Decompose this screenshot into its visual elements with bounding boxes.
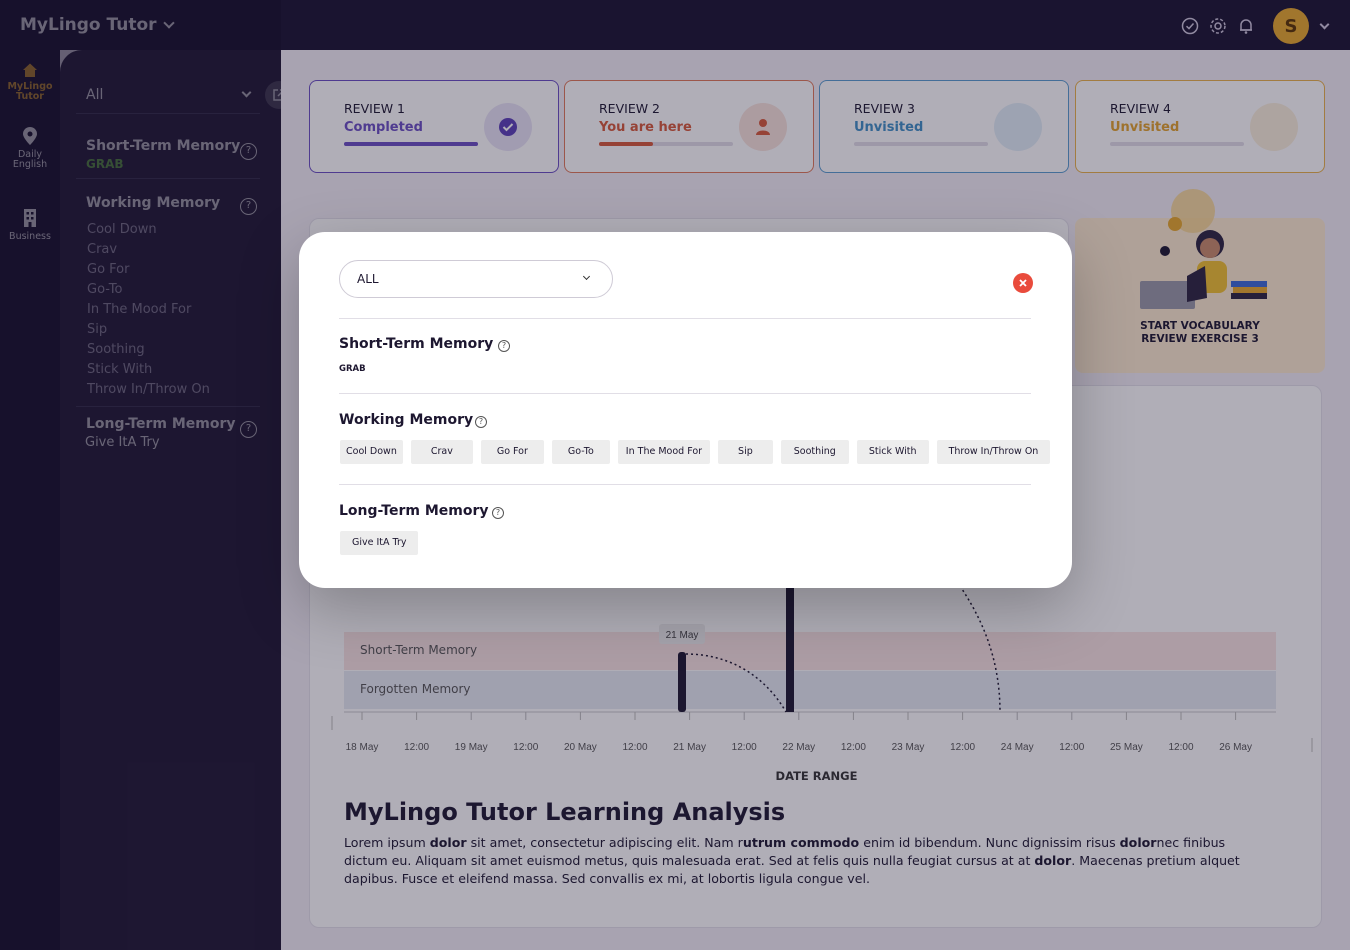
modal-working-title: Working Memory xyxy=(339,412,474,428)
divider xyxy=(339,393,1031,394)
chip[interactable]: Give ItA Try xyxy=(340,531,419,555)
chip[interactable]: Stick With xyxy=(856,440,929,464)
memory-filter-modal: ALL Short-Term Memory ? GRAB Working Mem… xyxy=(299,232,1072,588)
memory-filter-select[interactable]: ALL xyxy=(339,260,613,298)
chip[interactable]: Go For xyxy=(480,440,544,464)
help-icon[interactable]: ? xyxy=(475,416,487,428)
modal-backdrop-sidebar[interactable] xyxy=(0,0,281,950)
modal-long-term-title: Long-Term Memory xyxy=(339,503,489,519)
chevron-down-icon xyxy=(582,272,591,281)
chip[interactable]: Soothing xyxy=(780,440,849,464)
close-button[interactable] xyxy=(1013,273,1033,293)
working-memory-chips: Cool Down Crav Go For Go-To In The Mood … xyxy=(340,440,1051,464)
long-term-memory-chips: Give ItA Try xyxy=(340,531,419,555)
help-icon[interactable]: ? xyxy=(498,340,510,352)
help-icon[interactable]: ? xyxy=(492,507,504,519)
modal-short-term-word[interactable]: GRAB xyxy=(339,364,366,374)
chip[interactable]: Sip xyxy=(718,440,773,464)
chip[interactable]: Throw In/Throw On xyxy=(936,440,1051,464)
divider xyxy=(339,484,1031,485)
chip[interactable]: Go-To xyxy=(551,440,610,464)
modal-short-term-title: Short-Term Memory xyxy=(339,336,494,352)
close-icon xyxy=(1019,279,1027,287)
chip[interactable]: Crav xyxy=(410,440,473,464)
divider xyxy=(339,318,1031,319)
chip[interactable]: Cool Down xyxy=(340,440,403,464)
chip[interactable]: In The Mood For xyxy=(617,440,711,464)
